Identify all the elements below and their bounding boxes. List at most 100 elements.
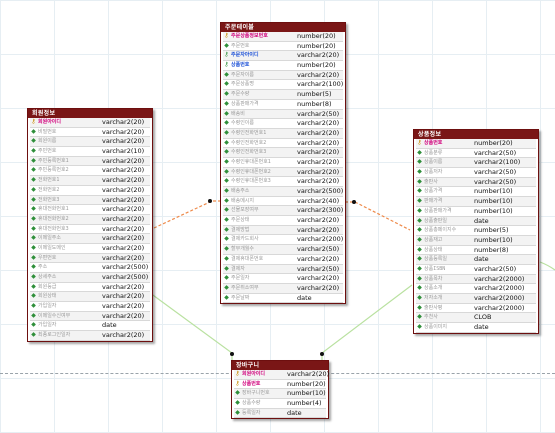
column-row[interactable]: ◆ 전화번호3 varchar2(20) [30, 195, 150, 206]
column-row[interactable]: ◆ 주문번호 number(20) [223, 42, 343, 52]
column-row[interactable]: ◆ 추천사 CLOB [416, 313, 536, 324]
column-row[interactable]: ◆ 상품판매가격 number(10) [416, 207, 536, 217]
column-row[interactable]: ◆ 주문수량 number(5) [223, 90, 343, 100]
column-row[interactable]: ◆ 수령인전화번호3 varchar2(20) [223, 148, 343, 158]
table-cart[interactable]: 장바구니 ⚷ 회원아이디 varchar2(20) ⚷ 상품번호 number(20) ◆ 장… [231, 360, 329, 420]
column-row[interactable]: ◆ 수령인전화번호2 varchar2(20) [223, 139, 343, 149]
column-row[interactable]: ◆ 수령인휴대폰번호2 varchar2(20) [223, 167, 343, 178]
column-type: varchar2(300) [297, 206, 344, 215]
table-title: 회원정보 [28, 109, 152, 118]
column-row[interactable]: ◆ 상품목차 varchar2(2000) [416, 274, 536, 285]
column-type: varchar2(20) [297, 274, 340, 283]
column-row[interactable]: ⚷ 회원아이디 varchar2(20) [234, 370, 329, 380]
column-row[interactable]: ◆ 수령인휴대폰번호3 varchar2(20) [223, 177, 343, 187]
column-row[interactable]: ◆ 비밀번호 varchar2(20) [30, 128, 150, 138]
column-row[interactable]: ⚷ 상품번호 number(20) [223, 61, 343, 71]
attribute-icon: ◆ [31, 273, 36, 280]
column-row[interactable]: ◆ 선물포장여부 varchar2(300) [223, 206, 344, 217]
column-row[interactable]: ◆ 회원이름 varchar2(20) [30, 137, 150, 148]
column-row[interactable]: ◆ 판매가격 number(10) [416, 197, 536, 207]
column-row[interactable]: ◆ 주문일자 varchar2(20) [223, 274, 343, 284]
column-row[interactable]: ◆ 주문자이름 varchar2(20) [223, 70, 343, 81]
primary-key-icon: ⚷ [224, 32, 229, 39]
column-row[interactable]: ⚷ 상품번호 number(20) [234, 380, 326, 390]
column-name: 출판사평 [424, 304, 443, 311]
column-row[interactable]: ◆ 배송비 varchar2(50) [223, 109, 343, 120]
column-row[interactable]: ◆ 주민등록번호2 varchar2(20) [30, 166, 150, 177]
column-row[interactable]: ◆ 주문취소여부 varchar2(20) [223, 283, 343, 294]
column-row[interactable]: ◆ 배송메시지 varchar2(40) [223, 197, 343, 207]
column-name: 회원아이디 [38, 119, 62, 125]
column-row[interactable]: ◆ 상품재고 number(10) [416, 235, 536, 246]
column-row[interactable]: ◆ 상품저자 varchar2(50) [416, 168, 536, 178]
column-row[interactable]: ◆ 상품가격 number(10) [416, 187, 536, 198]
column-row[interactable]: ◆ 주문상태 varchar2(20) [223, 216, 343, 226]
column-type: varchar2(10) [102, 147, 145, 156]
column-row[interactable]: ◆ 주민번호 varchar2(10) [30, 147, 150, 157]
column-row[interactable]: ◆ 주문상품명 varchar2(100) [223, 80, 343, 91]
column-row[interactable]: ⚷ 주문자아이디 varchar2(20) [223, 51, 343, 62]
column-row[interactable]: ◆ 휴대전화번호2 varchar2(20) [30, 214, 150, 225]
column-type: varchar2(200) [297, 235, 344, 244]
column-row[interactable]: ◆ 주문날짜 date [223, 294, 343, 304]
column-row[interactable]: ◆ 결제휴대폰번호 varchar2(20) [223, 255, 343, 265]
attribute-icon: ◆ [417, 187, 422, 195]
column-row[interactable]: ⚷ 상품번호 number(20) [416, 139, 536, 149]
attribute-icon: ◆ [31, 224, 36, 232]
column-row[interactable]: ◆ 상품ISBN varchar2(50) [416, 265, 536, 275]
column-row[interactable]: ◆ 결제방법 varchar2(20) [223, 225, 343, 236]
column-row[interactable]: ◆ 상품판매가격 number(8) [223, 100, 343, 110]
column-row[interactable]: ◆ 결제카드회사 varchar2(200) [223, 235, 344, 246]
column-row[interactable]: ◆ 수령인이름 varchar2(20) [223, 119, 343, 129]
column-row[interactable]: ◆ 상품상태 number(8) [416, 246, 536, 256]
column-row[interactable]: ◆ 휴대전화번호1 varchar2(20) [30, 205, 150, 215]
column-row[interactable]: ◆ 전화번호2 varchar2(20) [30, 186, 150, 196]
column-row[interactable]: ◆ 수령인휴대폰번호1 varchar2(20) [223, 158, 343, 168]
column-row[interactable]: ◆ 상품출판일 date [416, 216, 536, 227]
column-row[interactable]: ◆ 가입일자 varchar2(20) [30, 302, 150, 312]
column-row[interactable]: ◆ 가입일자 date [30, 321, 150, 332]
column-row[interactable]: ◆ 수령인전화번호1 varchar2(20) [223, 128, 343, 139]
column-row[interactable]: ◆ 할부개월수 varchar2(50) [223, 245, 343, 255]
column-row[interactable]: ◆ 출판사평 varchar2(2000) [416, 304, 536, 314]
table-member[interactable]: 회원정보 ⚷ 회원아이디 varchar2(20) ◆ 비밀번호 varchar2(20)… [27, 108, 153, 342]
column-row[interactable]: ◆ 최종로그인일자 varchar2(20) [30, 331, 150, 341]
attribute-icon: ◆ [417, 177, 422, 185]
column-row[interactable]: ◆ 이메일주소 varchar2(20) [30, 234, 150, 244]
column-row[interactable]: ◆ 상품분류 varchar2(50) [416, 149, 536, 159]
attribute-icon: ◆ [31, 205, 36, 213]
column-row[interactable]: ◆ 상품소개 varchar2(2000) [416, 284, 536, 294]
column-row[interactable]: ◆ 상품이름 varchar2(100) [416, 158, 536, 169]
foreign-key-icon: ⚷ [224, 51, 229, 59]
column-row[interactable]: ◆ 휴대전화번호3 varchar2(20) [30, 225, 150, 235]
column-row[interactable]: ◆ 주소 varchar2(500) [30, 263, 150, 273]
table-order[interactable]: 주문테이블 ⚷ 주문상품정보번호 number(20) ◆ 주문번호 number(20)… [220, 22, 346, 305]
column-row[interactable]: ◆ 등록일자 date [234, 408, 326, 419]
attribute-icon: ◆ [224, 206, 229, 214]
column-row[interactable]: ◆ 이메일도메인 varchar2(20) [30, 244, 150, 254]
column-row[interactable]: ◆ 회원상태 varchar2(20) [30, 292, 150, 303]
column-row[interactable]: ◆ 상품수량 number(4) [234, 399, 326, 409]
column-row[interactable]: ◆ 상품총페이지수 number(5) [416, 226, 536, 236]
column-row[interactable]: ◆ 전화번호1 varchar2(20) [30, 176, 150, 186]
column-row[interactable]: ◆ 우편번호 varchar2(20) [30, 253, 150, 264]
column-name: 전화번호2 [38, 186, 60, 193]
column-type: varchar2(2000) [474, 294, 525, 302]
table-product[interactable]: 상품정보 ⚷ 상품번호 number(20) ◆ 상품분류 varchar2(50) ◆ 상품… [413, 129, 539, 334]
column-row[interactable]: ◆ 결제자 varchar2(50) [223, 264, 343, 275]
column-row[interactable]: ◆ 출판사 varchar2(50) [416, 177, 536, 188]
column-row[interactable]: ◆ 회원등급 varchar2(20) [30, 283, 150, 293]
column-row[interactable]: ◆ 장바구니번호 number(10) [234, 389, 326, 400]
column-row[interactable]: ◆ 저자소개 varchar2(2000) [416, 294, 536, 304]
column-row[interactable]: ⚷ 주문상품정보번호 number(20) [223, 32, 343, 42]
column-row[interactable]: ⚷ 회원아이디 varchar2(20) [30, 118, 150, 128]
attribute-icon: ◆ [224, 216, 229, 224]
column-row[interactable]: ◆ 상품등록일 date [416, 255, 536, 265]
attribute-icon: ◆ [224, 225, 229, 233]
column-row[interactable]: ◆ 주민등록번호1 varchar2(20) [30, 156, 150, 167]
column-name: 주민등록번호2 [38, 167, 69, 174]
column-row[interactable]: ◆ 상품이미지 date [416, 323, 536, 333]
column-row[interactable]: ◆ 상세주소 varchar2(500) [30, 273, 150, 283]
column-row[interactable]: ◆ 이메일수신여부 varchar2(20) [30, 311, 150, 322]
column-row[interactable]: ◆ 배송주소 varchar2(500) [223, 187, 343, 197]
